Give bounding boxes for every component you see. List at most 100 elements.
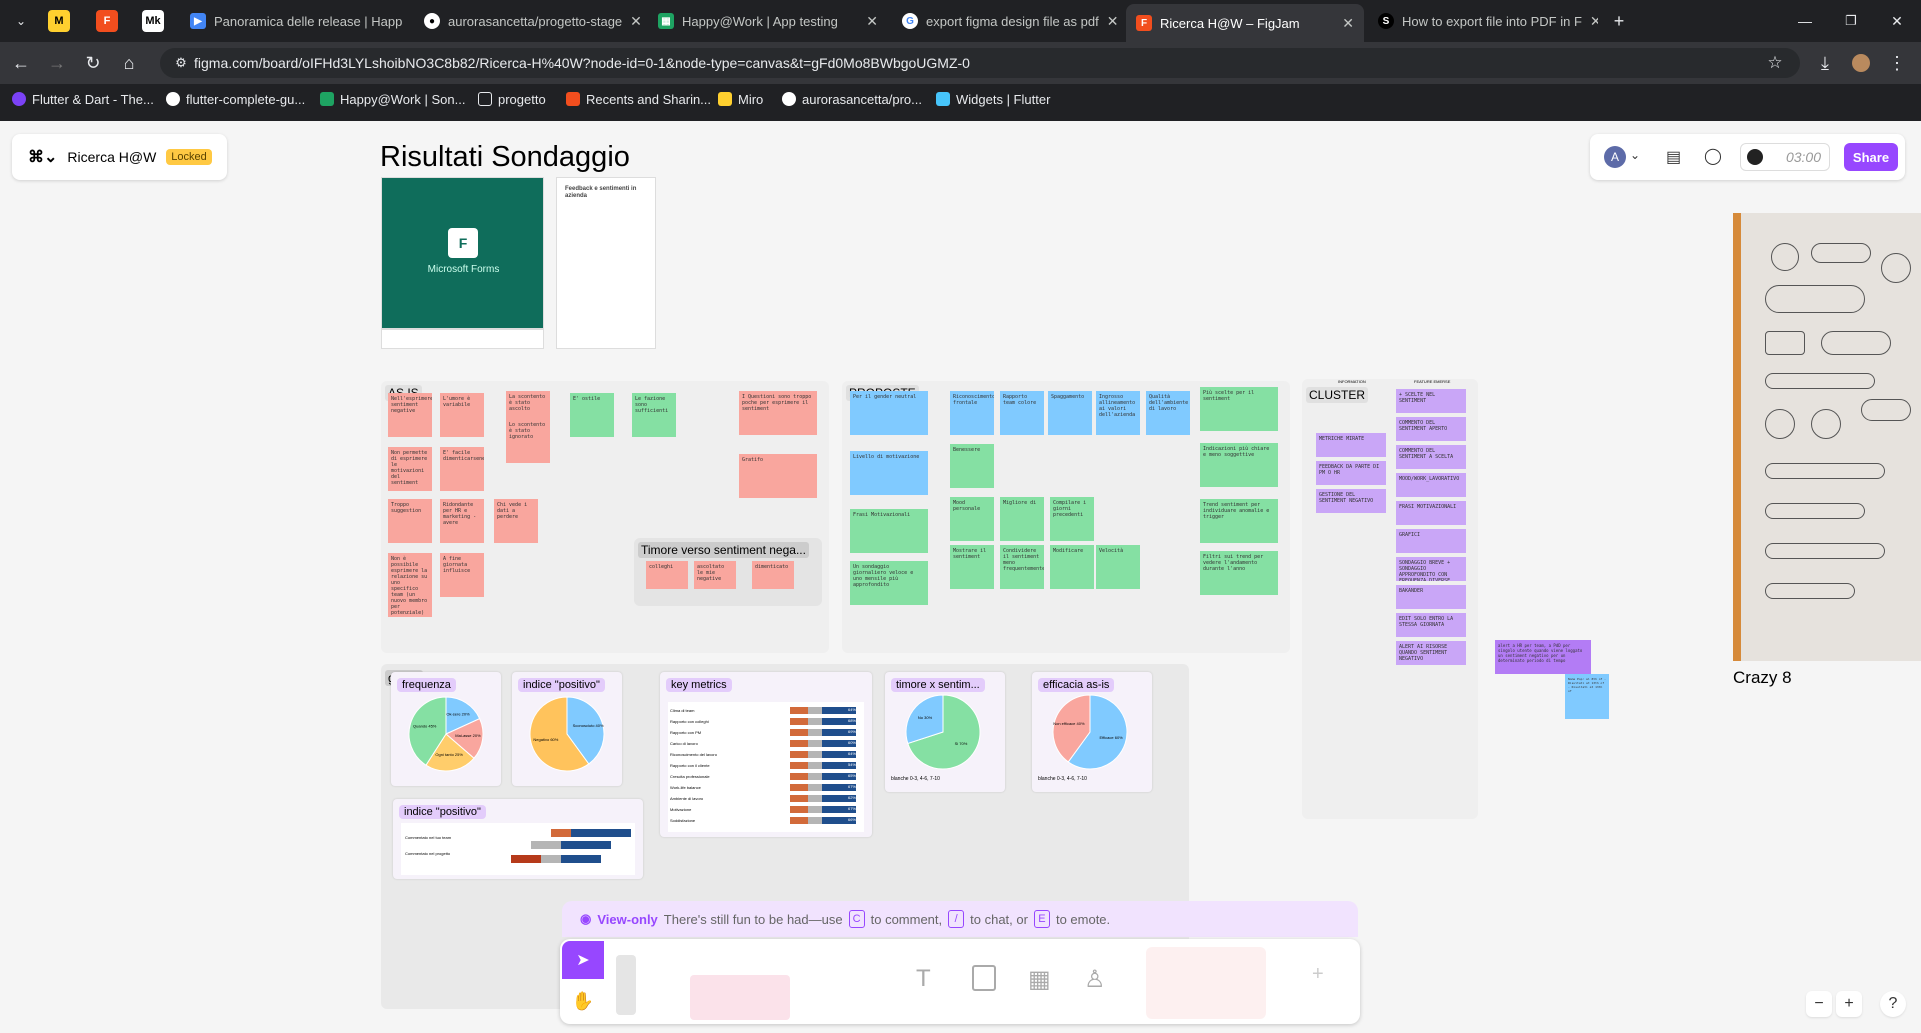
small-blue-note[interactable]: Nome Pop: al 8th of - Risultati at 13th …	[1565, 674, 1609, 719]
sticky-note[interactable]: Riconoscimento frontale	[950, 391, 994, 435]
zoom-in-icon[interactable]: +	[1836, 991, 1862, 1017]
sticky-note[interactable]: ALERT AI RISORSE QUANDO SENTIMENT NEGATI…	[1396, 641, 1466, 665]
card-frequenza[interactable]: frequenza Ok-sere 20% Mai-asse 20% Ogni ta…	[391, 672, 501, 786]
sticky-note[interactable]: Ridondante per HR e marketing - avere	[440, 499, 484, 543]
sticky-note[interactable]: Rapporto team colore	[1000, 391, 1044, 435]
forward-icon[interactable]: →	[44, 50, 70, 76]
site-info-icon[interactable]: ⚙	[168, 50, 194, 76]
bookmark-happy-work[interactable]: Happy@Work | Son...	[320, 86, 465, 112]
tab-how-to-export[interactable]: S How to export file into PDF in F ✕	[1368, 6, 1598, 36]
sticky-note[interactable]: Compilare i giorni precedenti	[1050, 497, 1094, 541]
tab-figjam-active[interactable]: F Ricerca H@W – FigJam ✕	[1126, 4, 1364, 42]
sticky-note[interactable]: MOOD/WORK_LAVORATIVO	[1396, 473, 1466, 497]
sticky-note[interactable]: Livello di motivazione	[850, 451, 928, 495]
pinned-tab-figma[interactable]: F	[96, 10, 118, 32]
bookmark-aurorasancetta[interactable]: aurorasancetta/pro...	[782, 86, 922, 112]
card-efficacia[interactable]: efficacia as-is blanche 0-3, 4-6, 7-10 E…	[1032, 672, 1152, 792]
zoom-out-icon[interactable]: −	[1806, 991, 1832, 1017]
table-tool-icon[interactable]: ▦	[1028, 965, 1051, 994]
sticky-note[interactable]: Chi vede i dati a perdere	[494, 499, 538, 543]
bookmark-recents[interactable]: Recents and Sharin...	[566, 86, 711, 112]
tab-happy-work[interactable]: ▦ Happy@Work | App testing ✕	[648, 6, 888, 36]
figma-menu-icon[interactable]: ⌘⌄	[28, 147, 57, 167]
pinned-tab-miro[interactable]: M	[48, 10, 70, 32]
sticky-note[interactable]: Spaggamento	[1048, 391, 1092, 435]
sticky-note[interactable]: Benessere	[950, 444, 994, 488]
tab-search-icon[interactable]: ⌄	[8, 8, 34, 34]
sticky-note[interactable]: Ingrosso allineamento ai valori dell'azi…	[1096, 391, 1140, 435]
share-button[interactable]: Share	[1844, 143, 1898, 171]
sticky-note[interactable]: Mood personale	[950, 497, 994, 541]
menu-kebab-icon[interactable]: ⋮	[1884, 50, 1910, 76]
bookmark-widgets-flutter[interactable]: Widgets | Flutter	[936, 86, 1050, 112]
sticky-note[interactable]: Le fazione sono sufficienti	[632, 393, 676, 437]
stamp-tool-icon[interactable]: ♙	[1084, 965, 1106, 994]
sticky-note[interactable]: Migliore di	[1000, 497, 1044, 541]
back-icon[interactable]: ←	[8, 50, 34, 76]
figjam-canvas[interactable]: ⌘⌄ Ricerca H@W Locked A ⌄ ▤ ◯ 03:00 Shar…	[0, 121, 1921, 1033]
timer[interactable]: 03:00	[1740, 143, 1830, 171]
sticky-note[interactable]: Un sondaggio giornaliero veloce e uno me…	[850, 561, 928, 605]
sticky-note[interactable]: Condividere il sentiment meno frequentem…	[1000, 545, 1044, 589]
new-tab-icon[interactable]: +	[1606, 8, 1632, 34]
sticky-note[interactable]: Più scelte per il sentiment	[1200, 387, 1278, 431]
crazy8-sketch-image[interactable]	[1733, 213, 1921, 661]
pinned-tab-mk[interactable]: Mk	[142, 10, 164, 32]
survey-document[interactable]: Feedback e sentimenti in azienda	[556, 177, 656, 349]
widgets-tool-icon[interactable]	[1146, 947, 1266, 1019]
sticky-note[interactable]: + SCELTE NEL SENTIMENT	[1396, 389, 1466, 413]
sticky-note[interactable]: FRASI MOTIVAZIONALI	[1396, 501, 1466, 525]
user-avatar[interactable]: A	[1604, 146, 1626, 168]
close-icon[interactable]: ✕	[1342, 15, 1354, 32]
bookmark-flutter-dart[interactable]: Flutter & Dart - The...	[12, 86, 154, 112]
card-timore[interactable]: timore x sentim... blanche 0-3, 4-6, 7-1…	[885, 672, 1005, 792]
sticky-note[interactable]: E' facile dimenticarsene	[440, 447, 484, 491]
sticky-note[interactable]: FEEDBACK DA PARTE DI PM O HR	[1316, 461, 1386, 485]
bookmark-miro[interactable]: Miro	[718, 86, 763, 112]
sticky-note[interactable]: colleghi	[646, 561, 688, 589]
chevron-down-icon[interactable]: ⌄	[1630, 148, 1640, 162]
download-icon[interactable]: ⤓	[1812, 50, 1838, 76]
sticky-note[interactable]: Troppo suggestion	[388, 499, 432, 543]
comment-icon[interactable]: ◯	[1704, 146, 1722, 166]
tab-panoramica[interactable]: ▶Panoramica delle release | Happ✕	[180, 6, 410, 36]
sticky-note[interactable]: Frasi Motivazionali	[850, 509, 928, 553]
tab-google-search[interactable]: Gexport figma design file as pdf ✕	[892, 6, 1122, 36]
section-tool-icon[interactable]	[972, 965, 996, 991]
text-tool-icon[interactable]: T	[916, 965, 931, 993]
sticky-note[interactable]: EDIT SOLO ENTRO LA STESSA GIORNATA	[1396, 613, 1466, 637]
sticky-note[interactable]: METRICHE MIRATE	[1316, 433, 1386, 457]
card-indice-positivo[interactable]: indice "positivo" Sconosciuto 40% Negativ…	[512, 672, 622, 786]
sticky-note[interactable]: dimenticato	[752, 561, 794, 589]
close-icon[interactable]: ✕	[866, 13, 878, 30]
bookmark-star-icon[interactable]: ☆	[1762, 50, 1788, 76]
sticky-note[interactable]: SONDAGGIO BREVE + SONDAGGIO APPROFONDITO…	[1396, 557, 1466, 581]
select-tool-icon[interactable]: ➤	[562, 941, 604, 979]
sticky-note[interactable]: COMMENTO DEL SENTIMENT APERTO	[1396, 417, 1466, 441]
minimize-icon[interactable]: —	[1792, 8, 1818, 34]
help-icon[interactable]: ?	[1880, 991, 1906, 1017]
sticky-note[interactable]: GRAFICI	[1396, 529, 1466, 553]
sticky-note[interactable]: Indicazioni più chiare e meno soggettive	[1200, 443, 1278, 487]
url-field[interactable]: figma.com/board/oIFHd3LYLshoibNO3C8b82/R…	[160, 48, 1800, 78]
tab-github[interactable]: ● aurorasancetta/progetto-stage ✕	[414, 6, 644, 36]
layout-icon[interactable]: ▤	[1666, 147, 1681, 167]
bookmark-flutter-complete[interactable]: flutter-complete-gu...	[166, 86, 305, 112]
sticky-note[interactable]: E' ostile	[570, 393, 614, 437]
sticky-note[interactable]: Modificare	[1050, 545, 1094, 589]
alert-note[interactable]: alert a HR per team, a PdD per singolo u…	[1495, 640, 1591, 674]
sticky-note[interactable]: Non è possibile esprimere la relazione s…	[388, 553, 432, 617]
hand-tool-icon[interactable]: ✋	[562, 981, 604, 1021]
sticky-note[interactable]: Non permette di esprimere le motivazioni…	[388, 447, 432, 491]
profile-avatar-icon[interactable]	[1848, 50, 1874, 76]
sticky-note[interactable]: ascoltato le mie negative	[694, 561, 736, 589]
card-key-metrics[interactable]: key metrics Clima di team 64% Rapporto con…	[660, 672, 872, 837]
reload-icon[interactable]: ↻	[80, 50, 106, 76]
sticky-note[interactable]: L'umore è variabile	[440, 393, 484, 437]
sticky-note[interactable]: COMMENTO DEL SENTIMENT A SCELTA	[1396, 445, 1466, 469]
sticky-note[interactable]: GESTIONE DEL SENTIMENT NEGATIVO	[1316, 489, 1386, 513]
sticky-tool-icon[interactable]	[690, 975, 790, 1020]
sticky-note[interactable]: Nell'esprimere sentiment negative	[388, 393, 432, 437]
bookmark-progetto[interactable]: progetto	[478, 86, 546, 112]
sticky-note[interactable]: Per il gender neutral	[850, 391, 928, 435]
